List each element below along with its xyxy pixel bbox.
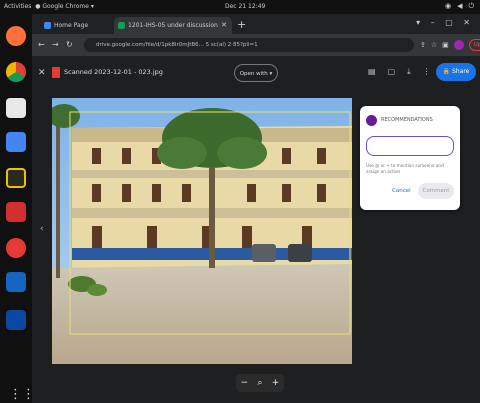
- network-icon: ◉: [444, 2, 452, 10]
- comment-popup: RECOMMENDATIONS Use @ or + to mention so…: [360, 106, 460, 210]
- tab-favicon: [44, 22, 51, 29]
- profile-avatar[interactable]: [453, 40, 464, 50]
- tab-home[interactable]: Home Page: [40, 17, 110, 34]
- activities-label[interactable]: Activities ● Google Chrome ▾: [4, 3, 94, 10]
- window-controls[interactable]: ▾ – ▢ ✕: [416, 18, 474, 27]
- docs-icon[interactable]: [6, 132, 26, 152]
- bookmark-icon[interactable]: ☆: [431, 41, 437, 49]
- chrome-icon[interactable]: [6, 62, 26, 82]
- zoom-search-icon[interactable]: ⌕: [257, 378, 262, 388]
- share-page-icon[interactable]: ⇪: [420, 41, 426, 49]
- url-bar[interactable]: drive.google.com/file/d/1pk8Ir0mJtB6... …: [84, 38, 414, 52]
- tab-strip: Home Page 1201-IHS-05 under discussion ✕…: [32, 14, 480, 34]
- update-button[interactable]: Update: [468, 39, 480, 51]
- share-button[interactable]: 🔒 Share: [436, 63, 476, 81]
- tab-active[interactable]: 1201-IHS-05 under discussion ✕: [114, 17, 232, 34]
- security-icon[interactable]: [6, 168, 26, 188]
- open-with-button[interactable]: Open with ▾: [234, 64, 278, 82]
- address-toolbar: ← → ↻ drive.google.com/file/d/1pk8Ir0mJt…: [32, 34, 480, 56]
- comment-input[interactable]: [366, 136, 454, 156]
- record-icon[interactable]: [6, 238, 26, 258]
- volume-icon: ◀: [457, 2, 463, 10]
- comment-button[interactable]: Comment: [418, 183, 454, 199]
- file-name: Scanned 2023-12-01 - 023.jpg: [64, 68, 163, 76]
- more-options-icon[interactable]: ⋮: [423, 67, 431, 77]
- firefox-icon[interactable]: [6, 26, 26, 46]
- system-tray[interactable]: ◉ ◀ ⏻: [445, 2, 474, 11]
- system-top-bar: Activities ● Google Chrome ▾ Dec 21 12:4…: [0, 0, 480, 14]
- close-viewer-icon[interactable]: ✕: [38, 68, 46, 78]
- pdf-icon[interactable]: [6, 202, 26, 222]
- apps-grid-icon[interactable]: ⋮⋮: [9, 388, 35, 402]
- back-icon[interactable]: ←: [38, 40, 45, 49]
- add-comment-icon[interactable]: ▤: [368, 67, 376, 77]
- print-icon[interactable]: ▢: [388, 67, 396, 77]
- drive-favicon: [118, 22, 125, 29]
- outlook-icon[interactable]: [6, 272, 26, 292]
- close-tab-icon[interactable]: ✕: [221, 17, 227, 34]
- forward-icon[interactable]: →: [52, 40, 59, 49]
- power-icon: ⏻: [468, 2, 474, 10]
- file-viewer: ✕ Scanned 2023-12-01 - 023.jpg Open with…: [32, 56, 480, 403]
- viewer-actions: ▤ ▢ ⤓ ⋮: [368, 67, 431, 77]
- clock[interactable]: Dec 21 12:49: [225, 3, 265, 10]
- zoom-controls: − ⌕ +: [236, 374, 284, 392]
- dock: ⋮⋮: [0, 14, 35, 403]
- extensions-icon[interactable]: ▣: [442, 41, 449, 49]
- cancel-button[interactable]: Cancel: [392, 188, 411, 194]
- zoom-in-button[interactable]: +: [272, 378, 280, 388]
- viewer-header: ✕ Scanned 2023-12-01 - 023.jpg Open with…: [32, 56, 480, 92]
- user-avatar: [366, 115, 377, 126]
- download-icon[interactable]: ⤓: [407, 67, 411, 77]
- toolbar-right: ⇪ ☆ ▣ Update: [420, 39, 480, 51]
- building-photo-graphic: [52, 98, 352, 364]
- comment-user-name: RECOMMENDATIONS: [381, 117, 433, 123]
- comment-hint: Use @ or + to mention someone and assign…: [366, 163, 444, 174]
- zoom-out-button[interactable]: −: [241, 378, 249, 388]
- previous-file-icon[interactable]: ‹: [40, 224, 44, 234]
- files-icon[interactable]: [6, 98, 26, 118]
- new-tab-button[interactable]: +: [237, 18, 246, 31]
- image-file-icon: [52, 67, 60, 78]
- scanned-photo: [52, 98, 352, 364]
- drive-icon[interactable]: [6, 310, 26, 330]
- reload-icon[interactable]: ↻: [66, 40, 73, 49]
